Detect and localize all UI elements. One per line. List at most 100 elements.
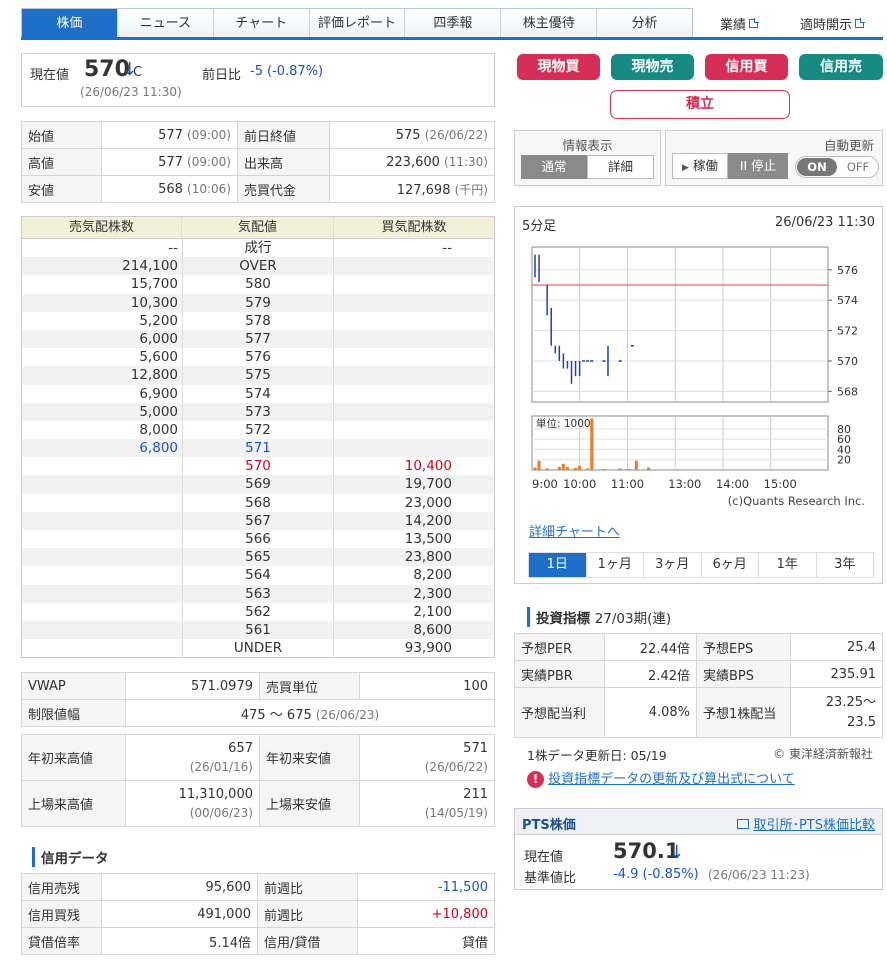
detail-chart-link[interactable]: 詳細チャートへ <box>529 521 620 540</box>
volume-tick-label: 20 <box>837 454 851 467</box>
buy-qty: 14,200 <box>404 512 452 529</box>
buy-qty <box>334 348 494 366</box>
credit-label: 前週比 <box>257 900 358 928</box>
cash-buy-button[interactable]: 現物買 <box>517 54 600 80</box>
tab-stock-price[interactable]: 株価 <box>22 9 118 38</box>
board-row: 6,800 571 <box>22 439 494 458</box>
margin-buy-button[interactable]: 信用買 <box>705 54 788 80</box>
tab-benefits[interactable]: 株主優待 <box>501 9 598 38</box>
table-row: 予想配当利 4.08% 予想1株配当 23.25～ 23.5 <box>514 687 883 738</box>
buy-qty <box>334 275 494 293</box>
indicator-value: 25.4 <box>790 633 883 661</box>
sell-qty: -- <box>168 240 178 256</box>
tab-report[interactable]: 評価レポート <box>310 9 406 38</box>
volume-bar <box>647 467 651 470</box>
external-link-icon <box>749 18 760 28</box>
sell-qty: 6,000 <box>139 330 178 347</box>
buy-qty: 8,600 <box>413 621 452 638</box>
table-row: 制限値幅 475 ～ 675 (26/06/23) <box>21 699 495 727</box>
table-row: 信用買残 491,000 前週比 +10,800 <box>21 900 495 928</box>
tab-news[interactable]: ニュース <box>118 9 214 38</box>
board-row: UNDER 93,900 <box>22 639 494 658</box>
quote-price: UNDER <box>182 639 334 658</box>
sell-qty <box>22 566 182 584</box>
unit-label: 売買単位 <box>259 672 360 700</box>
disclosure-link[interactable]: 適時開示 <box>800 14 866 33</box>
detail-view-button[interactable]: 詳細 <box>587 155 654 179</box>
margin-sell-button[interactable]: 信用売 <box>799 54 883 80</box>
sell-qty-header: 売気配株数 <box>22 217 182 238</box>
sell-qty <box>22 548 182 566</box>
results-link[interactable]: 業績 <box>720 14 760 33</box>
sell-qty <box>22 494 182 512</box>
pts-compare-link[interactable]: 取引所･PTS株価比較 <box>737 814 875 833</box>
time-tick-label: 13:00 <box>668 477 701 491</box>
high-value: 11,310,000 (00/06/23) <box>125 780 260 827</box>
period-1y[interactable]: 1年 <box>759 553 817 577</box>
price-tick-label: 576 <box>837 264 858 277</box>
period-3m[interactable]: 3ヶ月 <box>644 553 702 577</box>
board-row: 565 23,800 <box>22 548 494 567</box>
volume-bar <box>586 468 590 470</box>
stop-button[interactable]: II 停止 <box>728 153 788 179</box>
board-row: 562 2,100 <box>22 602 494 621</box>
tab-chart[interactable]: チャート <box>214 9 310 38</box>
stat-label: 出来高 <box>237 148 330 176</box>
high-label: 年初来高値 <box>21 734 126 781</box>
volume-bar <box>578 465 582 470</box>
high-label: 上場来高値 <box>21 780 126 827</box>
buy-qty: 2,100 <box>413 603 452 620</box>
board-row: 564 8,200 <box>22 566 494 585</box>
buy-qty-header: 買気配株数 <box>381 220 447 235</box>
price-suffix: C <box>133 65 143 80</box>
quote-price: 561 <box>182 620 334 640</box>
period-3y[interactable]: 3年 <box>817 553 874 577</box>
tab-analysis[interactable]: 分析 <box>597 9 692 38</box>
chart-credit: (c)Quants Research Inc. <box>728 494 865 508</box>
buy-qty: 8,200 <box>413 567 452 584</box>
sell-qty: 214,100 <box>122 258 178 275</box>
table-row: 貸借倍率 5.14倍 信用/貸借 貸借 <box>21 927 495 955</box>
price-change: -5 <box>250 64 263 79</box>
sell-qty: 5,000 <box>139 403 178 420</box>
period-1m[interactable]: 1ヶ月 <box>587 553 644 577</box>
quote-header: 気配値 <box>182 217 334 238</box>
run-button[interactable]: ▶ 稼働 <box>672 153 728 179</box>
volume-bar <box>561 463 565 470</box>
toggle-on[interactable]: ON <box>797 158 837 176</box>
limit-label: 制限値幅 <box>21 699 126 727</box>
credit-table: 信用売残 95,600 前週比 -11,500 信用買残 491,000 前週比… <box>21 873 495 955</box>
low-value: 211 (14/05/19) <box>359 780 495 827</box>
indicator-label: 実績BPS <box>696 660 791 688</box>
tab-shikiho[interactable]: 四季報 <box>405 9 502 38</box>
table-row: 年初来高値 657 (26/01/16) 年初来安値 571 (26/06/22) <box>21 734 495 781</box>
indicator-label: 実績PBR <box>514 660 605 688</box>
cash-sell-button[interactable]: 現物売 <box>611 54 694 80</box>
auto-update-toggle[interactable]: ON OFF <box>795 156 879 178</box>
quote-price: 580 <box>182 275 334 294</box>
highs-lows-table: 年初来高値 657 (26/01/16) 年初来安値 571 (26/06/22) … <box>21 734 495 827</box>
toggle-off[interactable]: OFF <box>840 158 876 176</box>
normal-view-button[interactable]: 通常 <box>521 155 587 179</box>
volume-bar <box>557 466 561 470</box>
stat-value: 577 (09:00) <box>101 148 238 176</box>
current-price-label: 現在値 <box>30 68 70 83</box>
sell-qty <box>22 585 182 603</box>
accumulate-button[interactable]: 積立 <box>610 90 790 119</box>
high-value: 657 (26/01/16) <box>125 734 260 781</box>
quote-price: 成行 <box>182 239 334 258</box>
indicator-value: 23.25～ 23.5 <box>790 687 883 738</box>
period-6m[interactable]: 6ヶ月 <box>702 553 759 577</box>
quote-price: 579 <box>182 293 334 312</box>
credit-label: 前週比 <box>257 873 358 901</box>
indicator-notice-link[interactable]: ! 投資指標データの更新及び算出式について <box>527 768 795 788</box>
buy-qty <box>334 403 494 421</box>
price-time: (26/06/23 11:30) <box>80 85 182 99</box>
volume-unit-label: 単位: 1000 <box>536 417 591 430</box>
external-link-icon <box>855 18 866 28</box>
change-label: 前日比 <box>202 68 242 83</box>
buy-qty <box>334 257 494 275</box>
period-1d[interactable]: 1日 <box>529 553 587 577</box>
board-row: 5,600 576 <box>22 348 494 367</box>
indicator-label: 予想PER <box>514 633 605 661</box>
